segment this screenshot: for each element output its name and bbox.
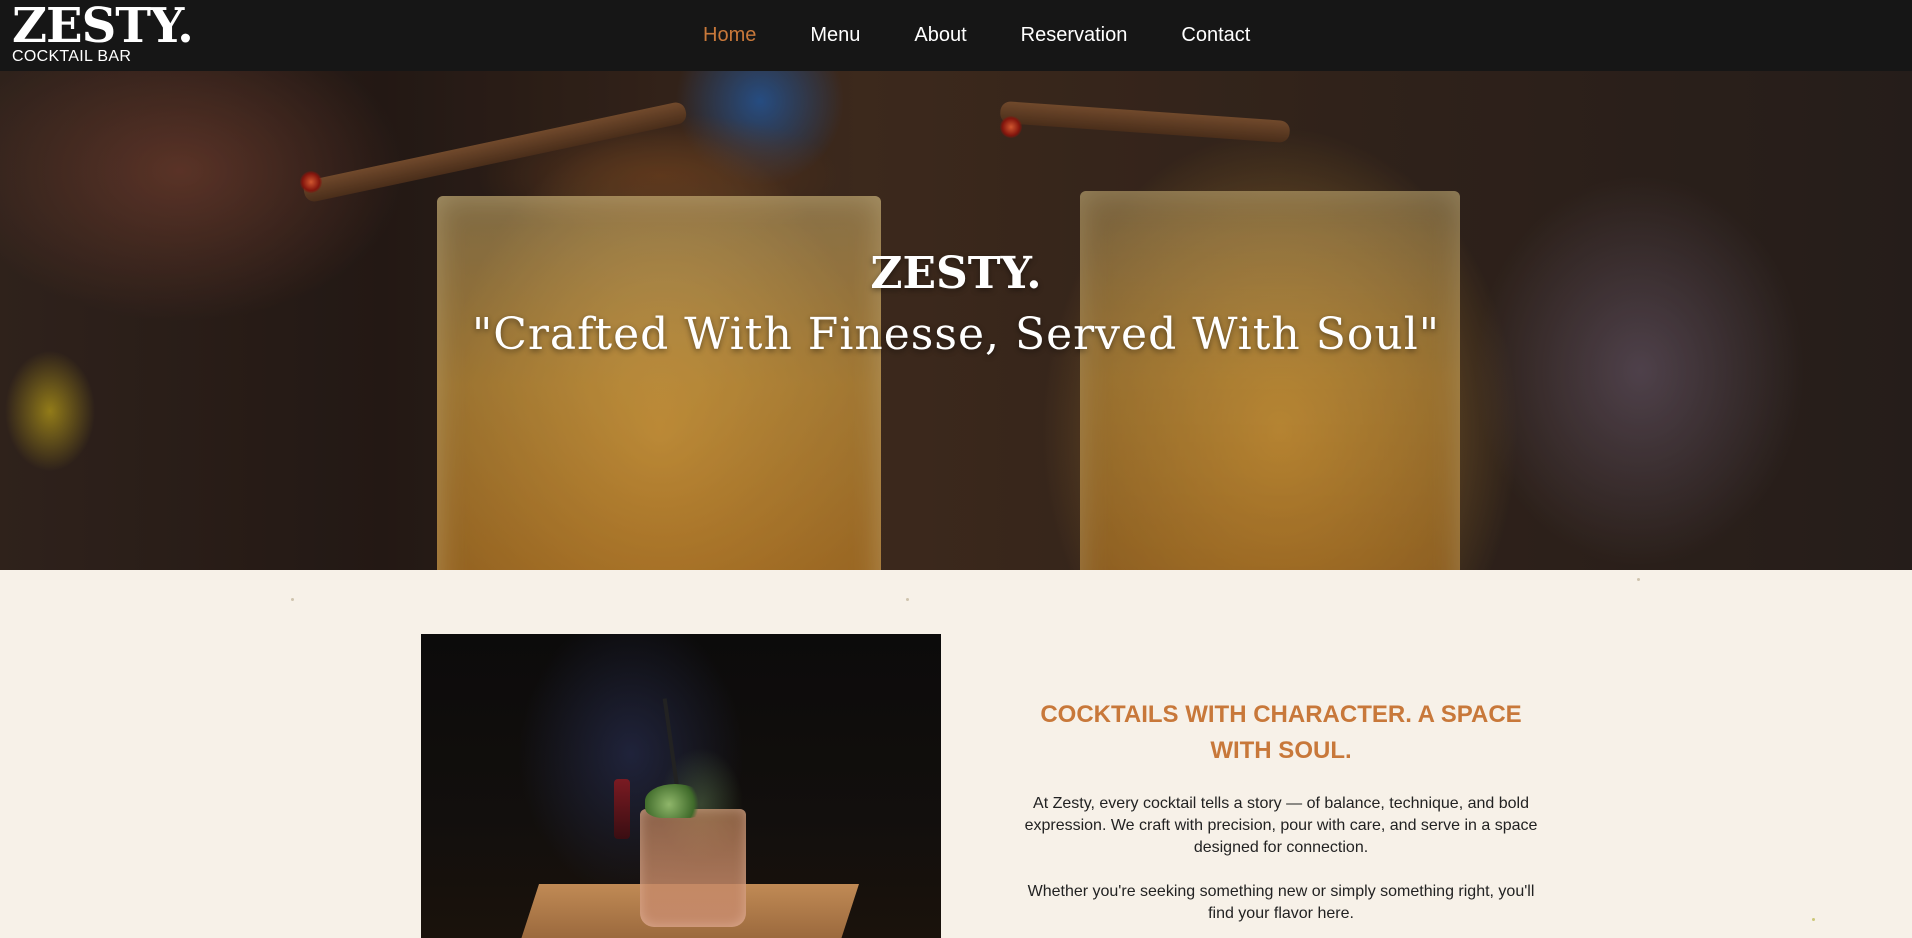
about-section: COCKTAILS WITH CHARACTER. A SPACE WITH S… [1012, 697, 1550, 925]
nav-item-reservation[interactable]: Reservation [1021, 24, 1128, 47]
about-cocktail-photo [421, 634, 941, 938]
logo-title: ZESTY. [12, 0, 194, 54]
bottle [614, 779, 630, 839]
background-speck [291, 598, 294, 601]
nav-item-contact[interactable]: Contact [1181, 24, 1250, 47]
main-nav: Home Menu About Reservation Contact [703, 0, 1304, 71]
background-speck [1812, 918, 1815, 921]
hero-title: ZESTY. [870, 248, 1042, 299]
cocktail-glass [640, 809, 746, 927]
background-speck [1637, 578, 1640, 581]
hero-tagline: "Crafted With Finesse, Served With Soul" [471, 309, 1441, 360]
nav-item-menu[interactable]: Menu [810, 24, 860, 47]
about-paragraph: At Zesty, every cocktail tells a story —… [1024, 795, 1538, 856]
about-paragraph: Whether you're seeking something new or … [1027, 883, 1535, 922]
background-speck [906, 598, 909, 601]
nav-item-about[interactable]: About [914, 24, 966, 47]
about-heading: COCKTAILS WITH CHARACTER. A SPACE WITH S… [1040, 701, 1522, 764]
hero-banner: ZESTY. "Crafted With Finesse, Served Wit… [0, 71, 1912, 570]
logo[interactable]: ZESTY. COCKTAIL BAR [12, 0, 194, 65]
site-header: ZESTY. COCKTAIL BAR Home Menu About Rese… [0, 0, 1912, 71]
herb-garnish [645, 784, 705, 818]
nav-item-home[interactable]: Home [703, 24, 756, 47]
